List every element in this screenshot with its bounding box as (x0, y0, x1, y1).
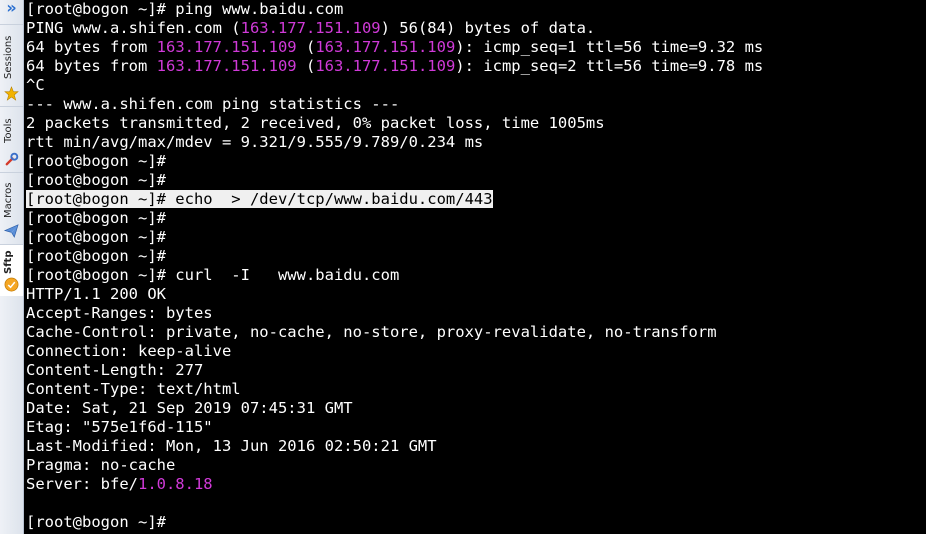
terminal-line: 64 bytes from 163.177.151.109 (163.177.1… (26, 57, 926, 76)
terminal-line: PING www.a.shifen.com (163.177.151.109) … (26, 19, 926, 38)
terminal-line: HTTP/1.1 200 OK (26, 285, 926, 304)
terminal-text: Server: bfe/ (26, 475, 138, 493)
terminal-line: 2 packets transmitted, 2 received, 0% pa… (26, 114, 926, 133)
terminal-line: 64 bytes from 163.177.151.109 (163.177.1… (26, 38, 926, 57)
tab-sessions-label: Sessions (3, 35, 14, 79)
sftp-icon (4, 277, 19, 292)
terminal-text: [root@bogon ~]# (26, 152, 166, 170)
terminal-line: ^C (26, 76, 926, 95)
terminal-output[interactable]: [root@bogon ~]# ping www.baidu.com PING w… (26, 0, 926, 534)
terminal-line: Connection: keep-alive (26, 342, 926, 361)
terminal-line: Pragma: no-cache (26, 456, 926, 475)
terminal-text: Content-Type: text/html (26, 380, 241, 398)
terminal-text: [root@bogon ~]# (26, 513, 166, 531)
terminal-line: [root@bogon ~]# curl -I www.baidu.com (26, 266, 926, 285)
terminal-line: Date: Sat, 21 Sep 2019 07:45:31 GMT (26, 399, 926, 418)
highlighted-text: 163.177.151.109 (156, 57, 297, 75)
terminal-text: Date: Sat, 21 Sep 2019 07:45:31 GMT (26, 399, 353, 417)
highlighted-text: 163.177.151.109 (315, 57, 456, 75)
selected-text: [root@bogon ~]# echo > /dev/tcp/www.baid… (26, 190, 493, 208)
terminal-text: [root@bogon ~]# (26, 171, 166, 189)
terminal-text: PING www.a.shifen.com ( (26, 19, 241, 37)
terminal-text: Accept-Ranges: bytes (26, 304, 213, 322)
tab-macros[interactable]: Macros (0, 172, 23, 242)
highlighted-text: 163.177.151.109 (156, 38, 297, 56)
terminal-line: Last-Modified: Mon, 13 Jun 2016 02:50:21… (26, 437, 926, 456)
tab-sftp-label: Sftp (3, 250, 14, 274)
terminal-line: Accept-Ranges: bytes (26, 304, 926, 323)
terminal-text: ) 56(84) bytes of data. (380, 19, 596, 37)
tab-sessions[interactable]: Sessions (0, 24, 23, 104)
terminal-line: [root@bogon ~]# ping www.baidu.com (26, 0, 926, 19)
terminal-text: [root@bogon ~]# (26, 247, 166, 265)
terminal-text: [root@bogon ~]# curl -I www.baidu.com (26, 266, 400, 284)
double-chevron-icon: » (6, 0, 17, 17)
side-panel: » Sessions Tools Macros Sftp (0, 0, 24, 534)
terminal-line: [root@bogon ~]# (26, 247, 926, 266)
terminal-text: rtt min/avg/max/mdev = 9.321/9.555/9.789… (26, 133, 484, 151)
terminal-line: [root@bogon ~]# (26, 209, 926, 228)
tab-tools-label: Tools (3, 118, 14, 144)
terminal-text: [root@bogon ~]# (26, 209, 166, 227)
terminal-text: 64 bytes from (26, 57, 157, 75)
terminal-text: 64 bytes from (26, 38, 157, 56)
highlighted-text: 1.0.8.18 (137, 475, 213, 493)
terminal-line: [root@bogon ~]# echo > /dev/tcp/www.baid… (26, 190, 926, 209)
terminal-text: Etag: "575e1f6d-115" (26, 418, 213, 436)
terminal-text: Content-Length: 277 (26, 361, 204, 379)
terminal-text: ^C (26, 76, 45, 94)
paper-plane-icon (4, 224, 19, 238)
terminal-line: [root@bogon ~]# (26, 171, 926, 190)
terminal-text: ): icmp_seq=1 ttl=56 time=9.32 ms (455, 38, 764, 56)
terminal-text: Pragma: no-cache (26, 456, 176, 474)
terminal-text: ( (296, 38, 316, 56)
terminal-text: [root@bogon ~]# ping www.baidu.com (26, 0, 344, 18)
terminal-text: ): icmp_seq=2 ttl=56 time=9.78 ms (455, 57, 764, 75)
terminal-text: ( (296, 57, 316, 75)
terminal-line: Content-Length: 277 (26, 361, 926, 380)
terminal-text: Last-Modified: Mon, 13 Jun 2016 02:50:21… (26, 437, 437, 455)
tab-macros-label: Macros (3, 182, 14, 218)
tab-sftp[interactable]: Sftp (0, 244, 23, 296)
terminal-line: --- www.a.shifen.com ping statistics --- (26, 95, 926, 114)
highlighted-text: 163.177.151.109 (315, 38, 456, 56)
terminal-line: Cache-Control: private, no-cache, no-sto… (26, 323, 926, 342)
collapse-sidebar-button[interactable]: » (0, 0, 23, 18)
terminal-text: HTTP/1.1 200 OK (26, 285, 166, 303)
terminal-line: rtt min/avg/max/mdev = 9.321/9.555/9.789… (26, 133, 926, 152)
terminal-line: [root@bogon ~]# (26, 228, 926, 247)
terminal-window: » Sessions Tools Macros Sftp [root@bogon… (0, 0, 926, 534)
terminal-line: [root@bogon ~]# (26, 152, 926, 171)
terminal-text: Cache-Control: private, no-cache, no-sto… (26, 323, 717, 341)
terminal-text: --- www.a.shifen.com ping statistics --- (26, 95, 400, 113)
highlighted-text: 163.177.151.109 (240, 19, 381, 37)
star-icon (4, 86, 19, 101)
terminal-line: [root@bogon ~]# (26, 513, 926, 532)
terminal-text: Connection: keep-alive (26, 342, 232, 360)
terminal-line: Server: bfe/1.0.8.18 (26, 475, 926, 494)
terminal-line: Content-Type: text/html (26, 380, 926, 399)
terminal-text: [root@bogon ~]# (26, 228, 166, 246)
terminal-text: 2 packets transmitted, 2 received, 0% pa… (26, 114, 605, 132)
terminal-line: Etag: "575e1f6d-115" (26, 418, 926, 437)
tab-tools[interactable]: Tools (0, 106, 23, 170)
wrench-icon (5, 152, 19, 166)
